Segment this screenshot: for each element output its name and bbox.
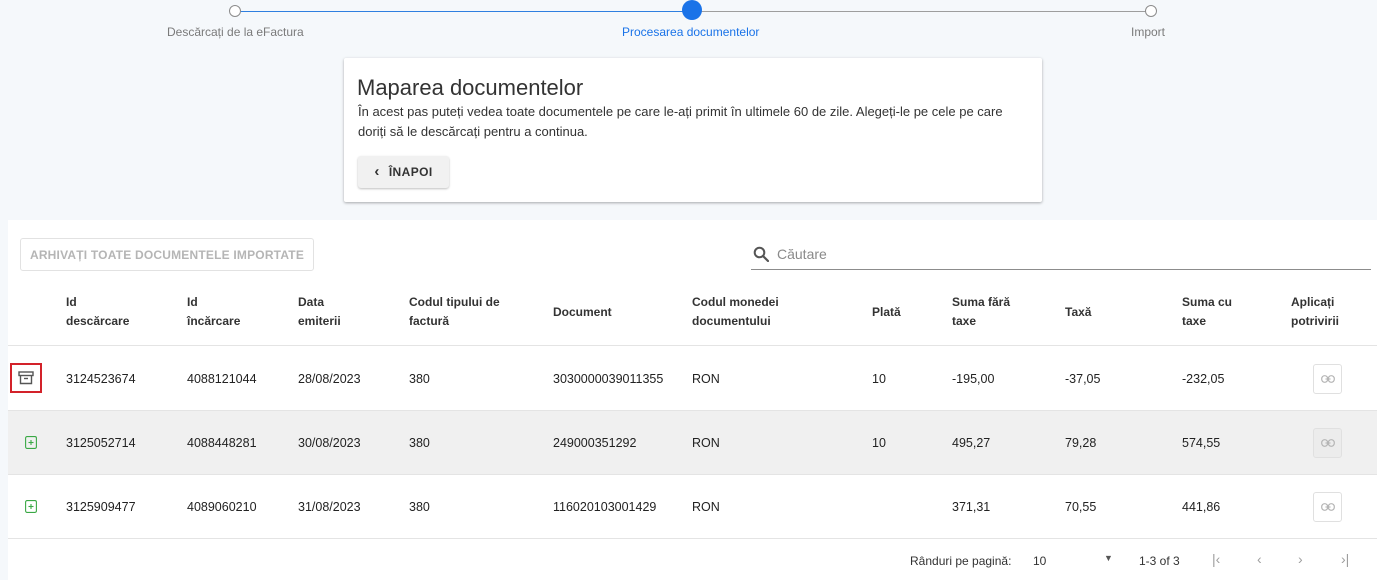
cell-amount-with-tax: -232,05	[1182, 372, 1225, 386]
header-payment[interactable]: Plată	[872, 278, 901, 346]
card-description: În acest pas puteți vedea toate document…	[358, 104, 1003, 139]
step-label-download: Descărcați de la eFactura	[167, 25, 304, 39]
pagination-range: 1-3 of 3	[1139, 554, 1180, 568]
cell-download-id: 3125909477	[66, 500, 136, 514]
back-button[interactable]: ‹ ÎNAPOI	[358, 156, 449, 188]
stepper-line-pending	[700, 11, 1146, 12]
cell-download-id: 3124523674	[66, 372, 136, 386]
stepper-line-complete	[240, 11, 684, 12]
cell-amount-with-tax: 574,55	[1182, 436, 1221, 450]
stepper: Descărcați de la eFactura Procesarea doc…	[0, 0, 1377, 50]
cell-download-id: 3125052714	[66, 436, 136, 450]
table-header: Id descărcare Id încărcare Data emiterii Co…	[8, 278, 1377, 346]
search-input[interactable]	[777, 242, 1357, 266]
last-page-icon[interactable]: ›|	[1341, 551, 1349, 567]
next-page-icon[interactable]: ›	[1298, 551, 1303, 567]
table-row[interactable]: 3124523674 4088121044 28/08/2023 380 303…	[8, 347, 1377, 411]
cell-payment: 10	[872, 372, 886, 386]
apply-match-button[interactable]	[1313, 364, 1342, 394]
header-document[interactable]: Document	[553, 278, 612, 346]
table-row[interactable]: 3125909477 4089060210 31/08/2023 380 116…	[8, 475, 1377, 539]
header-apply-match: Aplicați potrivirii	[1291, 295, 1340, 328]
cell-payment: 10	[872, 436, 886, 450]
cell-tax: 79,28	[1065, 436, 1097, 450]
cell-invoice-type: 380	[409, 500, 430, 514]
header-download-id[interactable]: Id descărcare	[66, 278, 129, 346]
import-icon[interactable]	[25, 436, 37, 449]
previous-page-icon[interactable]: ‹	[1257, 551, 1262, 567]
cell-invoice-type: 380	[409, 436, 430, 450]
cell-issue-date: 28/08/2023	[298, 372, 361, 386]
apply-match-button[interactable]	[1313, 492, 1342, 522]
link-icon	[1320, 375, 1335, 383]
archive-row-button[interactable]	[10, 363, 42, 393]
pagination: Rânduri pe pagină: 10 ▼ 1-3 of 3 |‹ ‹ › …	[8, 541, 1377, 580]
table-row[interactable]: 3125052714 4088448281 30/08/2023 380 249…	[8, 411, 1377, 475]
step-dot-import	[1145, 5, 1157, 17]
cell-issue-date: 31/08/2023	[298, 500, 361, 514]
archive-icon	[18, 371, 34, 385]
rows-per-page-label: Rânduri pe pagină:	[910, 554, 1012, 568]
search-icon	[753, 246, 769, 262]
cell-document: 116020103001429	[553, 500, 657, 514]
search-field[interactable]	[751, 238, 1371, 270]
header-tax[interactable]: Taxă	[1065, 278, 1091, 346]
rows-per-page-select[interactable]: 10	[1033, 554, 1046, 568]
cell-issue-date: 30/08/2023	[298, 436, 361, 450]
cell-invoice-type: 380	[409, 372, 430, 386]
link-icon	[1320, 503, 1335, 511]
card-title: Maparea documentelor	[357, 75, 584, 100]
cell-upload-id: 4088448281	[187, 436, 257, 450]
cell-amount-with-tax: 441,86	[1182, 500, 1221, 514]
cell-tax: -37,05	[1065, 372, 1101, 386]
apply-match-button[interactable]	[1313, 428, 1342, 458]
cell-document: 249000351292	[553, 436, 637, 450]
cell-tax: 70,55	[1065, 500, 1097, 514]
cell-currency: RON	[692, 436, 720, 450]
cell-upload-id: 4088121044	[187, 372, 257, 386]
first-page-icon[interactable]: |‹	[1212, 551, 1220, 567]
cell-document: 3030000039011355	[553, 372, 664, 386]
documents-panel: ARHIVAȚI TOATE DOCUMENTELE IMPORTATE Idd…	[8, 220, 1377, 580]
header-amount-with-tax[interactable]: Suma cu taxe	[1182, 278, 1232, 346]
header-amount-no-tax[interactable]: Suma fără taxe	[952, 278, 1010, 346]
link-icon	[1320, 439, 1335, 447]
back-button-label: ÎNAPOI	[388, 165, 433, 179]
cell-currency: RON	[692, 500, 720, 514]
cell-amount-no-tax: 371,31	[952, 500, 991, 514]
caret-down-icon[interactable]: ▼	[1104, 553, 1113, 563]
step-dot-processing	[682, 0, 702, 20]
header-currency[interactable]: Codul monedei documentului	[692, 278, 779, 346]
archive-all-button[interactable]: ARHIVAȚI TOATE DOCUMENTELE IMPORTATE	[20, 238, 314, 271]
step-dot-download	[229, 5, 241, 17]
cell-currency: RON	[692, 372, 720, 386]
cell-upload-id: 4089060210	[187, 500, 257, 514]
header-invoice-type[interactable]: Codul tipului de factură	[409, 278, 500, 346]
header-upload-id[interactable]: Id încărcare	[187, 278, 240, 346]
step-label-import: Import	[1131, 25, 1166, 39]
chevron-left-icon: ‹	[374, 163, 380, 180]
header-issue-date[interactable]: Data emiterii	[298, 278, 341, 346]
step-label-processing: Procesarea documentelor	[622, 25, 760, 39]
import-icon[interactable]	[25, 500, 37, 513]
info-card: Maparea documentelor În acest pas puteți…	[344, 58, 1042, 202]
cell-amount-no-tax: -195,00	[952, 372, 995, 386]
cell-amount-no-tax: 495,27	[952, 436, 991, 450]
